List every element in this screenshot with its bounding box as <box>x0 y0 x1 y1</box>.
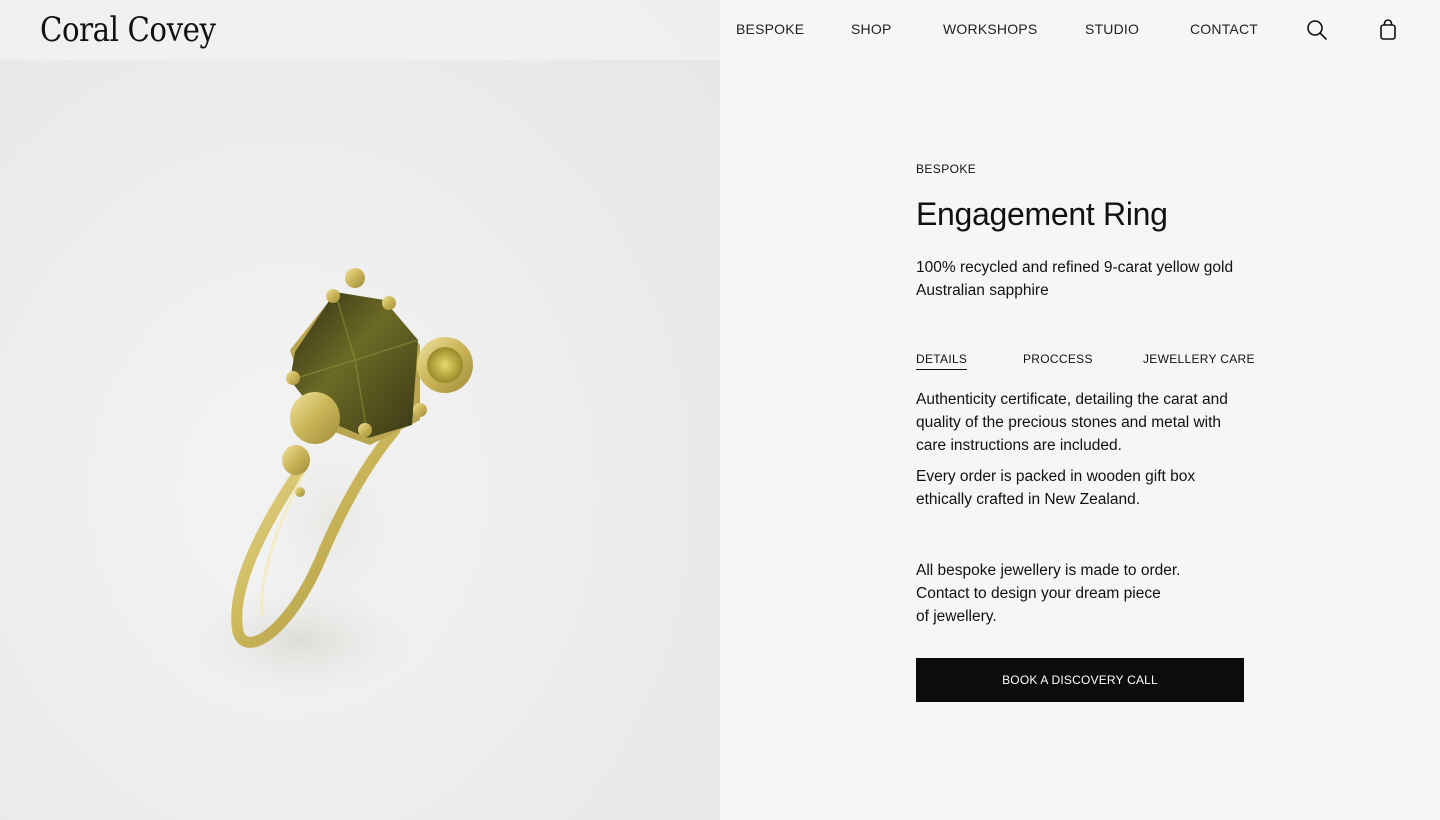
bespoke-note-line: Contact to design your dream piece <box>916 585 1161 602</box>
nav-item-contact[interactable]: CONTACT <box>1190 21 1258 37</box>
nav-item-studio[interactable]: STUDIO <box>1085 21 1139 37</box>
bespoke-note-line: of jewellery. <box>916 608 997 625</box>
tab-process[interactable]: PROCCESS <box>1023 352 1093 369</box>
tab-details[interactable]: DETAILS <box>916 352 968 370</box>
material-line: 100% recycled and refined 9-carat yellow… <box>916 259 1234 276</box>
details-paragraph: Every order is packed in wooden gift box… <box>916 468 1196 508</box>
bespoke-note: All bespoke jewellery is made to order. … <box>916 559 1206 628</box>
bespoke-note-line: All bespoke jewellery is made to order. <box>916 562 1181 579</box>
details-panel: Authenticity certificate, detailing the … <box>916 388 1236 519</box>
product-title: Engagement Ring <box>916 196 1168 232</box>
brand-logo[interactable]: Coral Covey <box>40 8 216 52</box>
shopping-bag-icon[interactable] <box>1377 19 1399 41</box>
material-line: Australian sapphire <box>916 282 1049 299</box>
product-materials: 100% recycled and refined 9-carat yellow… <box>916 256 1256 302</box>
nav-item-bespoke[interactable]: BESPOKE <box>736 21 804 37</box>
details-paragraph: Authenticity certificate, detailing the … <box>916 391 1228 454</box>
book-discovery-call-button[interactable]: BOOK A DISCOVERY CALL <box>916 658 1244 702</box>
product-category[interactable]: BESPOKE <box>916 162 976 176</box>
site-header: Coral Covey BESPOKE SHOP WORKSHOPS STUDI… <box>0 0 1440 60</box>
nav-item-workshops[interactable]: WORKSHOPS <box>943 21 1037 37</box>
tab-jewellery-care[interactable]: JEWELLERY CARE <box>1143 352 1255 369</box>
ring-illustration <box>180 268 473 700</box>
product-image <box>0 0 720 820</box>
search-icon[interactable] <box>1306 19 1328 41</box>
product-tabs: DETAILS PROCCESS JEWELLERY CARE <box>916 352 1254 374</box>
product-page: Coral Covey BESPOKE SHOP WORKSHOPS STUDI… <box>0 0 1440 820</box>
nav-item-shop[interactable]: SHOP <box>851 21 891 37</box>
